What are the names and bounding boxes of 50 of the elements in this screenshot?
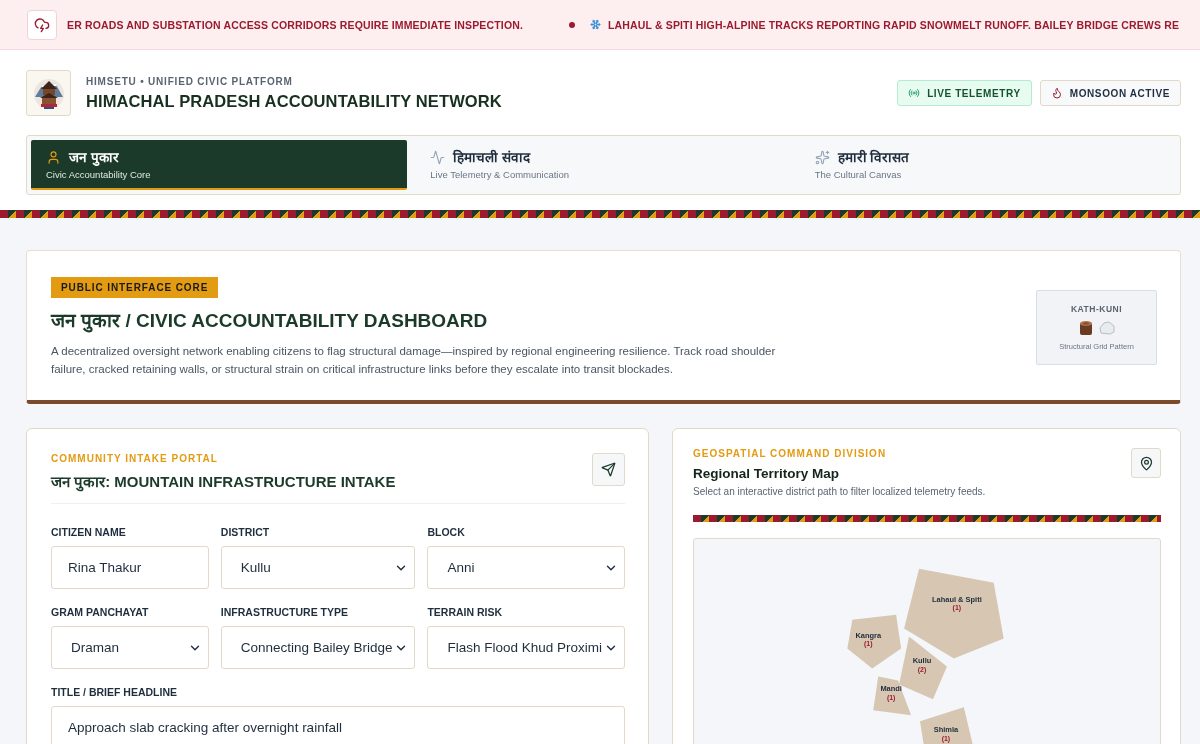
ticker-text: LAHAUL & SPITI HIGH-ALPINE TRACKS REPORTING RAPID SNOWMELT RUNOFF. BAILEY BRIDGE CREWS RE	[608, 18, 1180, 31]
send-button[interactable]	[592, 453, 625, 486]
send-icon	[601, 462, 616, 477]
text-input[interactable]: Approach slab cracking after overnight rainfall	[51, 706, 625, 744]
field-label: DISTRICT	[220, 526, 271, 538]
field-label: TERRAIN RISK	[427, 606, 504, 618]
district-shape[interactable]	[873, 676, 912, 716]
log-icon	[1078, 320, 1093, 336]
map-subtitle: Select an interactive district path to filter localized telemetry feeds.	[693, 486, 986, 497]
intake-title: जन पुकार: MOUNTAIN INFRASTRUCTURE INTAKE	[51, 472, 396, 491]
field-label: INFRASTRUCTURE TYPE	[220, 606, 349, 618]
map-pin-icon	[1138, 455, 1154, 471]
dashboard-description: A decentralized oversight network enabling citizens to flag structural damage—inspired by regional engineering resilience. Track road shoulder failure, cracked retaining walls, or structural strain on critical infrastructure links before they escalate into transit blockades.	[51, 344, 777, 377]
site-title: HIMACHAL PRADESH ACCOUNTABILITY NETWORK	[86, 91, 502, 111]
pulse-icon	[430, 149, 446, 165]
field-label: CITIZEN NAME	[51, 526, 127, 538]
temple-logo-icon	[26, 70, 71, 116]
location-button[interactable]	[1131, 448, 1161, 478]
rock-icon	[1098, 321, 1115, 335]
dashboard-title: जन पुकार / CIVIC ACCOUNTABILITY DASHBOARD	[51, 309, 488, 333]
dropdown-select[interactable]: Flash Flood Khud Proximi	[427, 626, 625, 669]
nav-tab[interactable]: हमारी विरासत The Cultural Canvas	[799, 140, 1176, 190]
dropdown-select[interactable]: Connecting Bailey Bridge	[220, 626, 416, 669]
field-label: TITLE / BRIEF HEADLINE	[51, 686, 178, 698]
pattern-title: KATH-KUNI	[1070, 304, 1123, 314]
radio-signal-icon	[908, 87, 921, 99]
ticker-text: ER ROADS AND SUBSTATION ACCESS CORRIDORS REQUIRE IMMEDIATE INSPECTION.	[67, 18, 523, 31]
intake-eyebrow: COMMUNITY INTAKE PORTAL	[51, 453, 219, 464]
person-icon	[46, 149, 61, 165]
nav-tab[interactable]: जन पुकार Civic Accountability Core	[31, 140, 408, 190]
district-shape[interactable]	[920, 707, 975, 744]
nav-tab[interactable]: हिमाचली संवाद Live Telemetry & Communication	[415, 140, 792, 190]
snowflake-icon	[590, 19, 601, 30]
dropdown-select[interactable]: Anni	[427, 546, 625, 589]
cloud-lightning-icon	[27, 9, 57, 40]
map-eyebrow: GEOSPATIAL COMMAND DIVISION	[693, 448, 888, 459]
platform-eyebrow: HIMSETU • UNIFIED CIVIC PLATFORM	[86, 75, 294, 87]
map-title: Regional Territory Map	[693, 466, 841, 481]
bullet-dot-icon	[569, 21, 575, 28]
field-label: GRAM PANCHAYAT	[51, 606, 150, 618]
sparkles-icon	[814, 149, 830, 165]
telemetry-badge: LIVE TELEMETRY	[897, 80, 1032, 106]
text-input[interactable]: Rina Thakur	[51, 546, 209, 589]
section-badge: PUBLIC INTERFACE CORE	[51, 277, 219, 298]
dropdown-select[interactable]: Draman	[51, 626, 209, 669]
monsoon-badge: MONSOON ACTIVE	[1039, 80, 1181, 106]
district-shape[interactable]	[847, 614, 902, 669]
field-label: BLOCK	[427, 526, 466, 538]
flame-icon	[1050, 87, 1063, 99]
dropdown-select[interactable]: Kullu	[220, 546, 416, 589]
